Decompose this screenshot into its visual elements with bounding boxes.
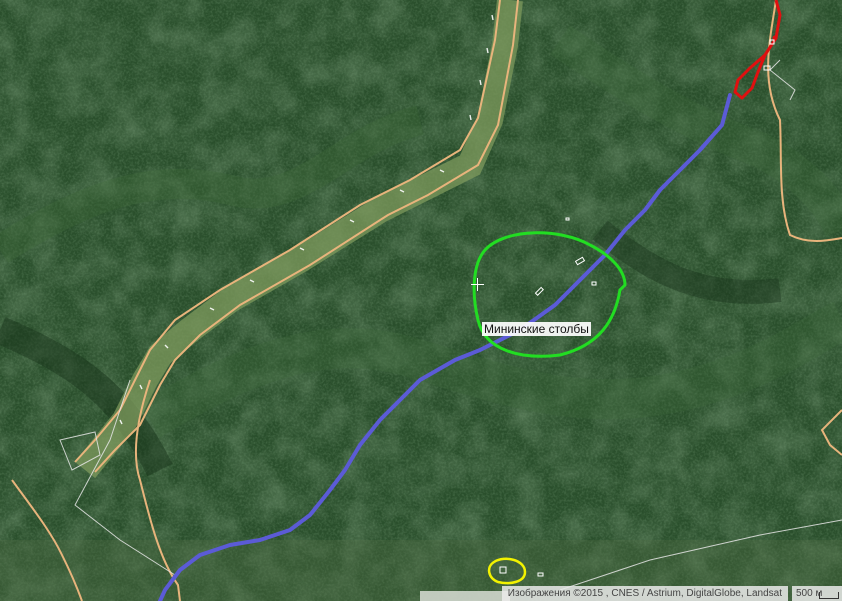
imagery-attribution: Изображения ©2015 , CNES / Astrium, Digi… (501, 586, 788, 601)
scale-bar (819, 592, 839, 599)
map-imagery (0, 0, 842, 601)
scale-indicator: 500 м (792, 586, 842, 601)
satellite-map[interactable]: Мининские столбы Изображения ©2015 , CNE… (0, 0, 842, 601)
crosshair-icon (471, 278, 484, 291)
place-label[interactable]: Мининские столбы (482, 322, 591, 336)
